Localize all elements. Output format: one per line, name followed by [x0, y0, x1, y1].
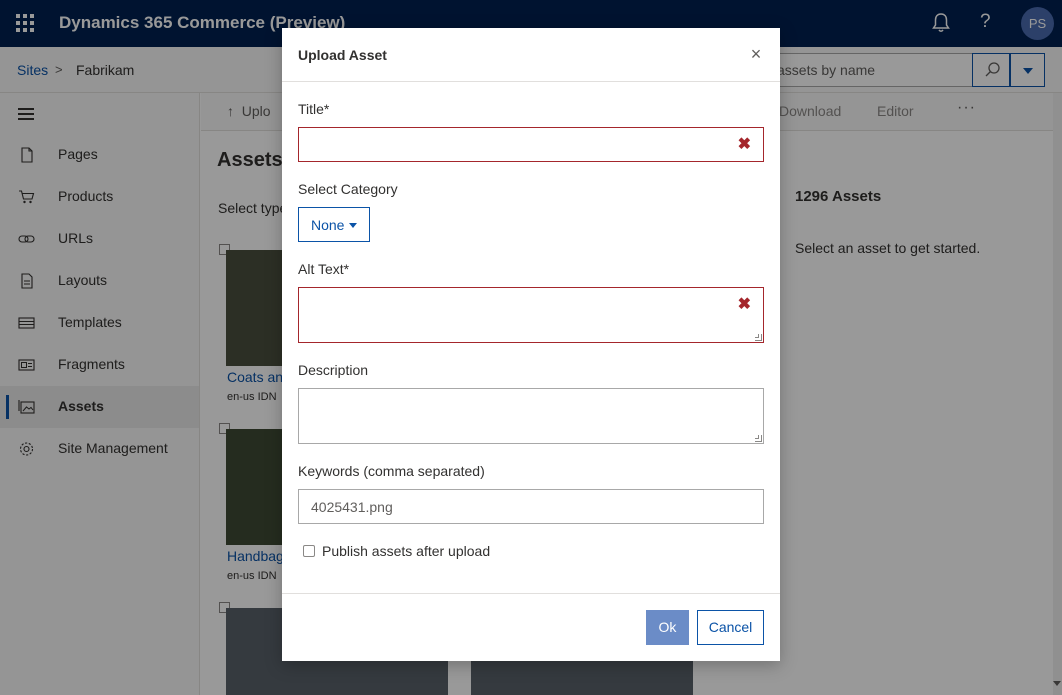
publish-checkbox[interactable] — [303, 545, 315, 557]
dialog-title: Upload Asset — [298, 47, 387, 63]
keywords-label: Keywords (comma separated) — [298, 463, 485, 479]
alt-text-input[interactable] — [299, 288, 763, 342]
keywords-input[interactable] — [299, 490, 763, 523]
caret-down-icon — [349, 223, 357, 228]
upload-asset-dialog: Upload Asset × Title* ✖ Select Category … — [282, 28, 780, 661]
keywords-field[interactable] — [298, 489, 764, 524]
alt-text-label: Alt Text* — [298, 261, 350, 277]
resize-handle-icon[interactable] — [755, 435, 762, 442]
title-label: Title* — [298, 101, 330, 117]
description-field[interactable] — [298, 388, 764, 444]
title-input[interactable] — [299, 128, 763, 161]
alt-text-field[interactable]: ✖ — [298, 287, 764, 343]
error-icon: ✖ — [737, 296, 751, 313]
category-dropdown[interactable]: None — [298, 207, 370, 242]
title-field[interactable]: ✖ — [298, 127, 764, 162]
dialog-footer: Ok Cancel — [282, 593, 780, 661]
description-input[interactable] — [299, 389, 763, 443]
description-label: Description — [298, 362, 369, 378]
resize-handle-icon[interactable] — [755, 334, 762, 341]
category-label: Select Category — [298, 181, 398, 197]
ok-button[interactable]: Ok — [646, 610, 689, 645]
close-icon[interactable]: × — [748, 45, 764, 63]
dialog-header: Upload Asset × — [282, 28, 780, 82]
publish-label[interactable]: Publish assets after upload — [322, 543, 490, 559]
error-icon: ✖ — [737, 136, 751, 153]
cancel-button[interactable]: Cancel — [697, 610, 764, 645]
category-value: None — [311, 217, 345, 233]
